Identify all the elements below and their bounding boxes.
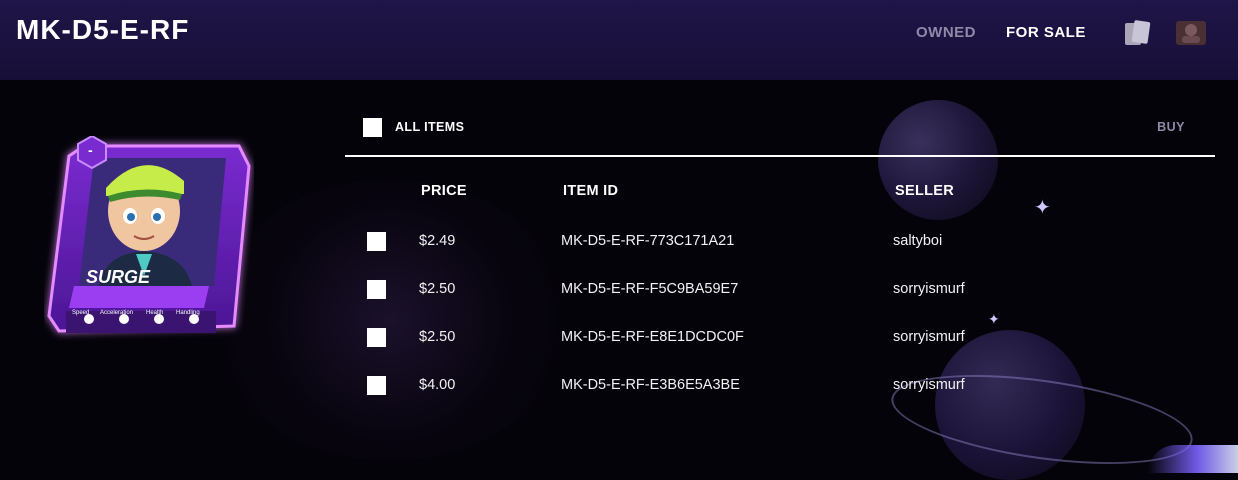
- page-title: MK-D5-E-RF: [16, 14, 190, 45]
- table-row[interactable]: $2.50 MK-D5-E-RF-F5C9BA59E7 sorryismurf: [345, 280, 1215, 328]
- column-header-item-id: ITEM ID: [563, 183, 619, 199]
- row-checkbox[interactable]: [367, 328, 386, 347]
- table-row[interactable]: $2.50 MK-D5-E-RF-E8E1DCDC0F sorryismurf: [345, 328, 1215, 376]
- card-badge: -: [88, 142, 93, 158]
- cards-icon[interactable]: [1122, 18, 1154, 48]
- price-cell: $2.50: [419, 281, 456, 297]
- star-sparkle-icon: ✦: [1034, 197, 1051, 219]
- card-name: SURGE: [86, 267, 151, 287]
- select-all-label: ALL ITEMS: [395, 120, 465, 134]
- character-card[interactable]: - SURGE Speed Acceleration Health Handli…: [44, 134, 254, 351]
- select-all-checkbox[interactable]: [363, 118, 382, 137]
- row-checkbox[interactable]: [367, 280, 386, 299]
- seller-cell: saltyboi: [893, 233, 943, 249]
- price-cell: $2.50: [419, 329, 456, 345]
- seller-cell: sorryismurf: [893, 281, 965, 297]
- column-header-price: PRICE: [421, 183, 467, 199]
- stat-handling-label: Handling: [176, 310, 200, 316]
- price-cell: $4.00: [419, 377, 456, 393]
- buy-button[interactable]: BUY: [1157, 120, 1185, 134]
- price-cell: $2.49: [419, 233, 456, 249]
- top-header: MK-D5-E-RF OWNED FOR SALE: [0, 0, 1238, 80]
- item-id-cell: MK-D5-E-RF-773C171A21: [561, 233, 735, 249]
- seller-cell: sorryismurf: [893, 329, 965, 345]
- item-id-cell: MK-D5-E-RF-F5C9BA59E7: [561, 281, 739, 297]
- table-toolbar: ALL ITEMS BUY: [345, 100, 1215, 157]
- stat-health-label: Health: [146, 310, 164, 316]
- column-header-seller: SELLER: [895, 183, 954, 199]
- stat-acceleration-label: Acceleration: [100, 310, 134, 316]
- table-row[interactable]: $4.00 MK-D5-E-RF-E3B6E5A3BE sorryismurf: [345, 376, 1215, 424]
- table-row[interactable]: $2.49 MK-D5-E-RF-773C171A21 saltyboi: [345, 232, 1215, 280]
- avatar-icon[interactable]: [1174, 18, 1208, 48]
- character-card-art: [47, 134, 251, 333]
- tab-owned[interactable]: OWNED: [916, 24, 976, 41]
- tab-for-sale[interactable]: FOR SALE: [1006, 24, 1086, 41]
- stat-speed-label: Speed: [72, 310, 90, 316]
- row-checkbox[interactable]: [367, 232, 386, 251]
- item-id-cell: MK-D5-E-RF-E3B6E5A3BE: [561, 377, 740, 393]
- corner-logo: [1148, 445, 1238, 473]
- seller-cell: sorryismurf: [893, 377, 965, 393]
- row-checkbox[interactable]: [367, 376, 386, 395]
- item-id-cell: MK-D5-E-RF-E8E1DCDC0F: [561, 329, 744, 345]
